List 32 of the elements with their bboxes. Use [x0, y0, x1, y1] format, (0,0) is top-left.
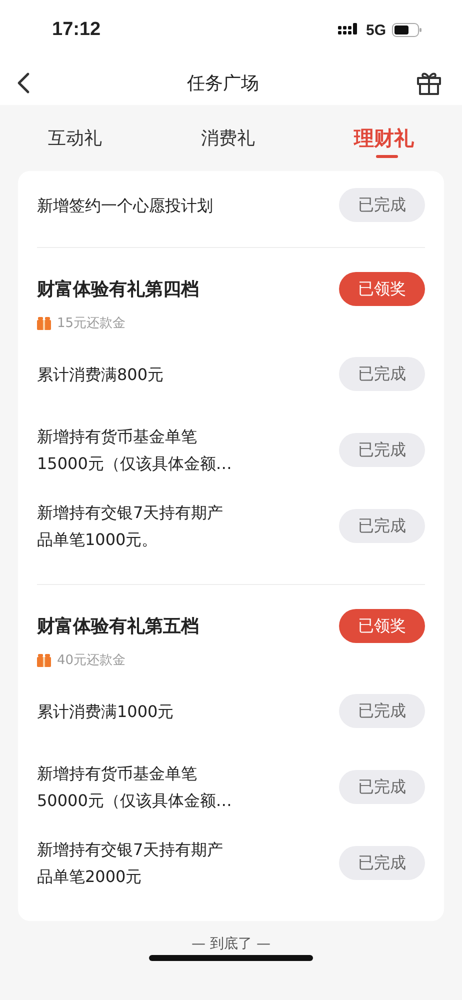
- status-button[interactable]: 已完成: [339, 433, 425, 467]
- status-time: 17:12: [52, 19, 101, 41]
- reward-label: 15元还款金: [57, 315, 126, 332]
- status-button[interactable]: 已领奖: [339, 272, 425, 306]
- tab[interactable]: 理财礼: [354, 120, 414, 156]
- task-text: 新增持有交银7天持有期产品单笔2000元: [37, 839, 224, 888]
- status-button[interactable]: 已领奖: [339, 609, 425, 643]
- tab[interactable]: 消费礼: [201, 122, 255, 154]
- tier-title: 财富体验有礼第四档: [37, 278, 199, 301]
- status-button[interactable]: 已完成: [339, 509, 425, 543]
- tab[interactable]: 互动礼: [48, 122, 102, 154]
- battery-icon: [392, 23, 422, 37]
- task-text: 新增签约一个心愿投计划: [37, 194, 213, 216]
- status-button[interactable]: 已完成: [339, 846, 425, 880]
- reward-label: 40元还款金: [57, 652, 126, 669]
- back-icon[interactable]: [16, 72, 30, 94]
- gift-icon: [37, 316, 51, 330]
- status-button[interactable]: 已完成: [339, 357, 425, 391]
- task-text: 新增持有货币基金单笔 50000元（仅该具体金额…: [37, 763, 232, 812]
- status-button[interactable]: 已完成: [339, 770, 425, 804]
- gift-icon: [37, 654, 51, 666]
- status-button[interactable]: 已完成: [339, 694, 425, 728]
- tier-title: 财富体验有礼第五档: [37, 615, 199, 638]
- network-label: 5G: [366, 22, 386, 38]
- status-button[interactable]: 已完成: [339, 188, 425, 222]
- page-title: 任务广场: [187, 72, 259, 94]
- task-text: 新增持有交银7天持有期产品单笔1000元。: [37, 502, 224, 551]
- task-text: 累计消费满1000元: [37, 700, 174, 722]
- signal-icon: [338, 23, 360, 37]
- task-text: 新增持有货币基金单笔 15000元（仅该具体金额…: [37, 426, 232, 475]
- end-label: — 到底了 —: [192, 935, 270, 953]
- task-text: 累计消费满800元: [37, 364, 164, 386]
